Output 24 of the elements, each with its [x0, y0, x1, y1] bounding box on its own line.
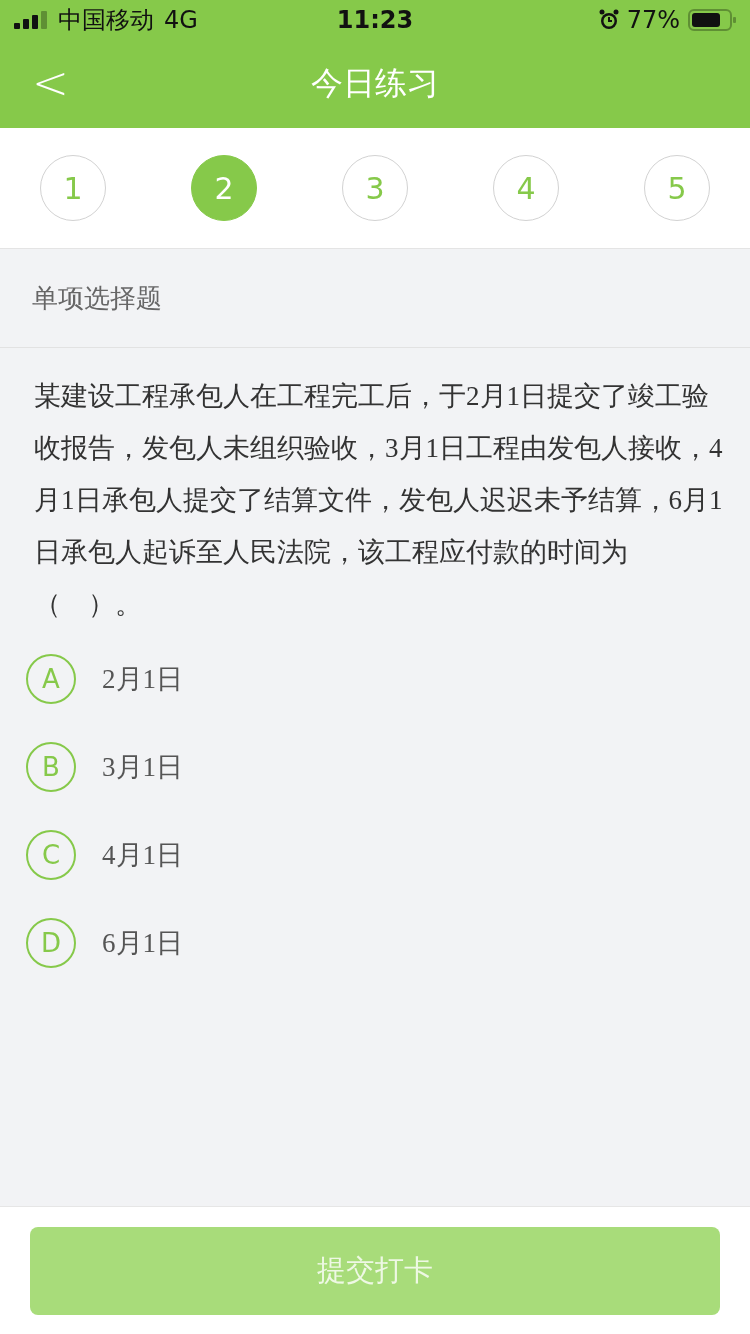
option-letter-circle[interactable]: C: [26, 830, 76, 880]
question-number-tab[interactable]: 2: [191, 155, 257, 221]
question-number-tab[interactable]: 3: [342, 155, 408, 221]
battery-percent: 77%: [626, 6, 680, 34]
back-button[interactable]: <: [26, 58, 75, 108]
question-number-tab[interactable]: 4: [493, 155, 559, 221]
question-number-tab[interactable]: 1: [40, 155, 106, 221]
option-letter-circle[interactable]: B: [26, 742, 76, 792]
carrier-name: 中国移动: [58, 5, 154, 36]
signal-icon: [14, 11, 48, 29]
option-text[interactable]: 4月1日: [102, 837, 183, 873]
page-title: 今日练习: [311, 63, 439, 104]
network-type: 4G: [164, 6, 198, 34]
option-text[interactable]: 3月1日: [102, 749, 183, 785]
alarm-clock-icon: [598, 9, 619, 31]
question-type-label: 单项选择题: [32, 281, 162, 315]
question-text: 某建设工程承包人在工程完工后，于2月1日提交了竣工验收报告，发包人未组织验收，3月1日工程由发包人接收，4月1日承包人提交了结算文件，发包人迟迟未予结算，6月1日承包人起诉至人民法院，该工程应付款的时间为（ ）。: [34, 380, 724, 621]
clock-time: 11:23: [336, 6, 414, 34]
option-text[interactable]: 6月1日: [102, 925, 183, 961]
battery-icon: [688, 9, 736, 31]
option-letter-circle[interactable]: A: [26, 654, 76, 704]
option-letter-circle[interactable]: D: [26, 918, 76, 968]
question-number-tab[interactable]: 5: [644, 155, 710, 221]
option-text[interactable]: 2月1日: [102, 661, 183, 697]
